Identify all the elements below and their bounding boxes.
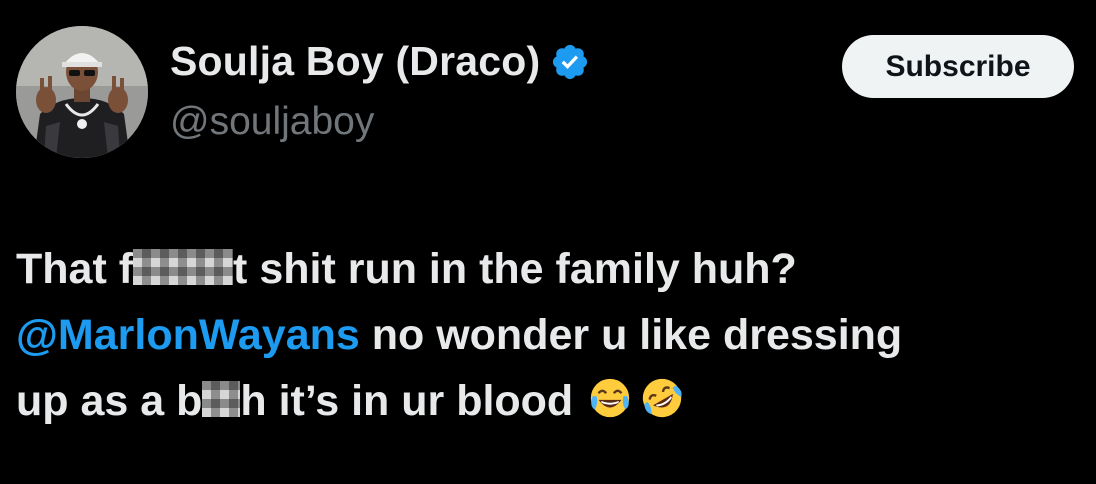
subscribe-button[interactable]: Subscribe: [842, 35, 1074, 98]
avatar[interactable]: [16, 26, 148, 158]
tweet-text-segment: That f: [16, 245, 134, 293]
tweet-line-1: That f t shit run in the family huh?: [16, 236, 1086, 302]
tweet-text-segment: t shit run in the family huh?: [233, 245, 797, 293]
tweet-line-2: @MarlonWayans no wonder u like dressing: [16, 302, 1086, 368]
mention-link[interactable]: @MarlonWayans: [16, 311, 360, 359]
verified-badge-icon: [553, 44, 588, 79]
author-handle[interactable]: @souljaboy: [170, 100, 374, 144]
tweet-text-segment: no wonder u like dressing: [359, 311, 903, 359]
censor-block: [133, 249, 234, 285]
tweet-text: That f t shit run in the family huh? @Mar…: [16, 236, 1086, 434]
tweet-text-segment: h it’s in ur blood: [240, 377, 574, 425]
face-with-tears-of-joy-icon: [591, 378, 630, 418]
censor-block: [202, 381, 241, 417]
tweet-text-segment: up as a b: [16, 377, 203, 425]
display-name[interactable]: Soulja Boy (Draco): [170, 38, 540, 85]
rolling-on-floor-laughing-icon: [643, 378, 682, 418]
author-name-row[interactable]: Soulja Boy (Draco): [170, 38, 590, 85]
tweet-line-3: up as a b h it’s in ur blood: [16, 368, 1086, 434]
